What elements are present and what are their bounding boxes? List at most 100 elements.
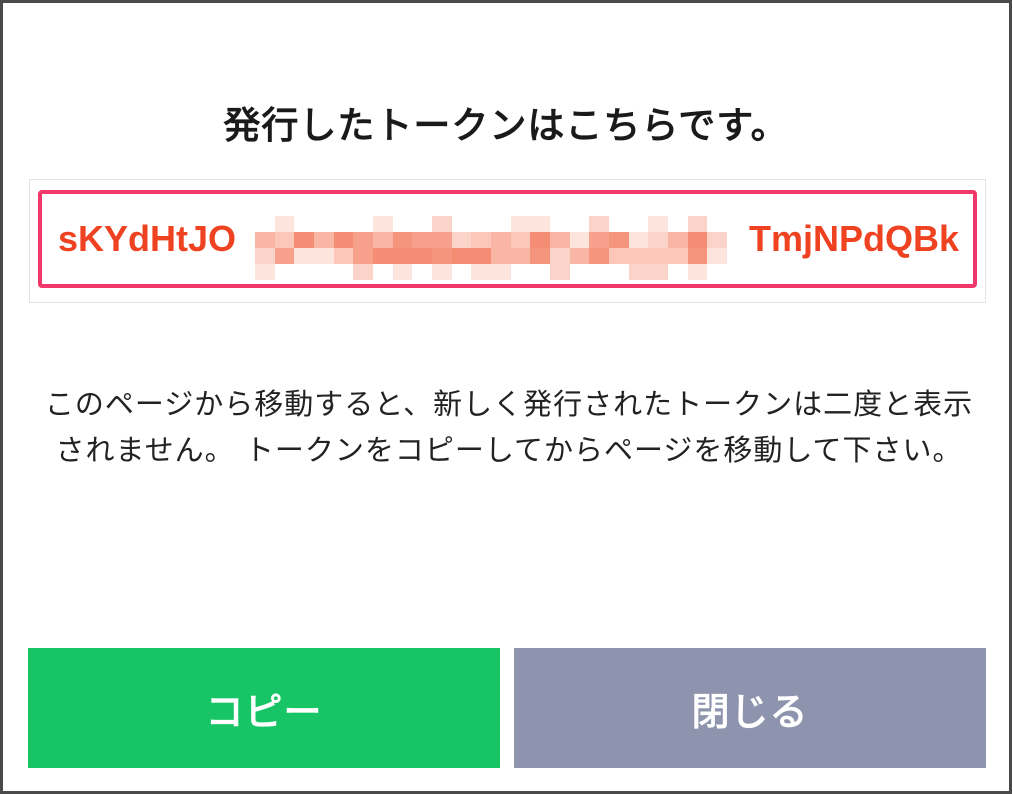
mask-pixel <box>333 216 354 232</box>
mask-pixel <box>353 216 373 232</box>
mask-pixel <box>412 232 432 248</box>
mask-pixel <box>372 232 393 248</box>
mask-pixel <box>451 264 472 280</box>
mask-pixel <box>667 248 688 264</box>
warning-message: このページから移動すると、新しく発行されたトークンは二度と表示されません。 トー… <box>44 387 974 467</box>
mask-pixel <box>549 264 570 280</box>
token-field[interactable]: sKYdHtJO TmjNPdQBk <box>29 179 986 303</box>
mask-pixel <box>707 216 727 232</box>
mask-pixel <box>608 232 629 248</box>
mask-pixel <box>707 232 727 248</box>
close-button[interactable]: 閉じる <box>514 648 986 768</box>
mask-pixel <box>255 264 275 280</box>
mask-pixel <box>392 216 413 232</box>
mask-pixel <box>313 216 334 232</box>
mask-pixel <box>569 232 590 248</box>
mask-pixel <box>510 216 531 232</box>
mask-pixel <box>549 232 570 248</box>
mask-pixel <box>667 264 688 280</box>
token-prefix: sKYdHtJO <box>58 218 237 259</box>
mask-pixel <box>589 216 609 232</box>
token-suffix: TmjNPdQBk <box>748 218 959 259</box>
mask-pixel <box>490 248 511 264</box>
mask-pixel <box>569 216 590 232</box>
mask-pixel <box>471 264 491 280</box>
mask-pixel <box>490 264 511 280</box>
mask-pixel <box>608 264 629 280</box>
mask-pixel <box>510 232 531 248</box>
mask-pixel <box>471 248 491 264</box>
mask-pixel <box>353 264 373 280</box>
mask-pixel <box>608 216 629 232</box>
mask-pixel <box>707 248 727 264</box>
mask-pixel <box>431 216 452 232</box>
mask-pixel <box>628 232 649 248</box>
mask-pixel <box>412 248 432 264</box>
mask-pixel <box>471 216 491 232</box>
mask-pixel <box>608 248 629 264</box>
mask-pixel <box>294 216 314 232</box>
mask-pixel <box>451 216 472 232</box>
mask-pixel <box>490 232 511 248</box>
mask-pixel <box>274 216 295 232</box>
mask-pixel <box>294 248 314 264</box>
mask-pixel <box>294 264 314 280</box>
mask-pixel <box>313 264 334 280</box>
mask-pixel <box>530 248 550 264</box>
mask-pixel <box>255 232 275 248</box>
mask-pixel <box>274 264 295 280</box>
mask-pixel <box>471 232 491 248</box>
mask-pixel <box>392 264 413 280</box>
mask-pixel <box>353 232 373 248</box>
mask-pixel <box>628 216 649 232</box>
mask-pixel <box>431 264 452 280</box>
mask-pixel <box>333 248 354 264</box>
mask-pixel <box>648 216 668 232</box>
mask-pixel <box>333 232 354 248</box>
mask-pixel <box>392 248 413 264</box>
mask-pixel <box>510 248 531 264</box>
mask-pixel <box>569 248 590 264</box>
mask-pixel <box>255 216 275 232</box>
mask-pixel <box>530 264 550 280</box>
mask-pixel <box>589 264 609 280</box>
mask-pixel <box>628 264 649 280</box>
mask-pixel <box>648 264 668 280</box>
mask-pixel <box>372 264 393 280</box>
mask-pixel <box>510 264 531 280</box>
mask-pixel <box>648 248 668 264</box>
mask-pixel <box>530 232 550 248</box>
mask-pixel <box>667 216 688 232</box>
mask-pixel <box>412 216 432 232</box>
mask-pixel <box>530 216 550 232</box>
mask-pixel <box>549 216 570 232</box>
mask-pixel <box>687 264 708 280</box>
mask-pixel <box>313 248 334 264</box>
dialog-title: 発行したトークンはこちらです。 <box>223 104 789 147</box>
mask-pixel <box>313 232 334 248</box>
mask-pixel <box>372 216 393 232</box>
mask-pixel <box>372 248 393 264</box>
mask-pixel <box>431 232 452 248</box>
mask-pixel <box>667 232 688 248</box>
mask-pixel <box>412 264 432 280</box>
mask-pixel <box>589 248 609 264</box>
mask-pixel <box>687 248 708 264</box>
mask-pixel <box>687 216 708 232</box>
mask-pixel <box>707 264 727 280</box>
token-masked-region <box>255 216 727 280</box>
mask-pixel <box>255 248 275 264</box>
mask-pixel <box>589 232 609 248</box>
mask-pixel <box>392 232 413 248</box>
mask-pixel <box>628 248 649 264</box>
mask-pixel <box>549 248 570 264</box>
mask-pixel <box>274 232 295 248</box>
copy-button[interactable]: コピー <box>28 648 500 768</box>
mask-pixel <box>451 248 472 264</box>
mask-pixel <box>451 232 472 248</box>
mask-pixel <box>353 248 373 264</box>
token-dialog: 発行したトークンはこちらです。 sKYdHtJO TmjNPdQBk このページ… <box>0 0 1012 794</box>
mask-pixel <box>274 248 295 264</box>
mask-pixel <box>431 248 452 264</box>
mask-pixel <box>569 264 590 280</box>
